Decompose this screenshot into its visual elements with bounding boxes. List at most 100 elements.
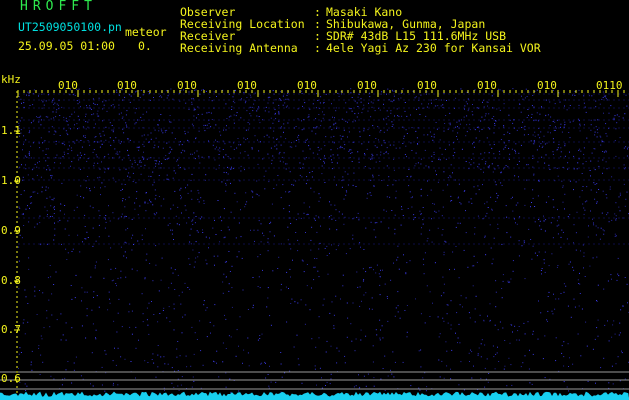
noise-dot	[62, 156, 64, 158]
noise-dot	[129, 94, 131, 96]
noise-dot	[55, 157, 57, 159]
noise-dot	[494, 124, 496, 126]
noise-dot	[126, 257, 127, 259]
noise-dot	[577, 333, 579, 335]
noise-dot	[455, 246, 457, 247]
noise-dot	[196, 117, 197, 119]
noise-dot	[584, 106, 586, 108]
noise-dot	[472, 114, 474, 116]
noise-dot	[189, 241, 191, 243]
noise-dot	[466, 103, 468, 105]
noise-dot	[164, 131, 166, 133]
noise-dot	[167, 178, 169, 180]
noise-dot	[440, 99, 442, 101]
noise-dot	[42, 101, 44, 103]
noise-dot	[169, 121, 171, 123]
noise-dot	[597, 335, 599, 337]
noise-dot	[475, 137, 477, 139]
noise-dot	[150, 138, 152, 140]
noise-dot	[104, 186, 106, 188]
noise-dot	[245, 192, 247, 194]
noise-dot	[115, 137, 117, 139]
noise-dot	[291, 298, 293, 300]
noise-dot	[245, 100, 247, 102]
noise-dot	[552, 237, 554, 239]
noise-dot	[146, 111, 148, 113]
noise-dot	[202, 89, 204, 91]
noise-dot	[450, 164, 452, 166]
noise-dot	[36, 166, 38, 168]
noise-dot	[281, 376, 283, 378]
noise-dot	[426, 386, 428, 388]
noise-dot	[235, 355, 237, 357]
noise-dot	[56, 109, 58, 111]
noise-dot	[53, 239, 55, 241]
noise-dot	[431, 160, 433, 162]
noise-dot	[389, 144, 391, 146]
noise-dot	[429, 316, 431, 317]
noise-dot	[309, 148, 311, 150]
noise-dot	[564, 193, 566, 195]
noise-dot	[531, 383, 533, 385]
noise-dot	[383, 103, 384, 105]
noise-dot	[590, 107, 592, 109]
noise-dot	[532, 353, 534, 355]
noise-dot	[53, 133, 55, 135]
noise-dot	[28, 132, 30, 134]
noise-dot	[508, 147, 510, 149]
noise-dot	[456, 312, 458, 314]
noise-dot	[422, 223, 424, 225]
noise-dot	[239, 180, 241, 182]
noise-dot	[381, 325, 383, 327]
noise-dot	[599, 103, 601, 105]
noise-dot	[289, 191, 291, 192]
noise-dot	[98, 97, 100, 99]
noise-dot	[184, 168, 186, 170]
noise-dot	[572, 363, 574, 365]
noise-dot	[20, 129, 22, 131]
noise-dot	[361, 143, 363, 145]
noise-dot	[64, 213, 65, 215]
noise-dot	[477, 354, 479, 356]
noise-dot	[117, 347, 119, 349]
noise-dot	[452, 172, 453, 174]
noise-dot	[18, 246, 20, 248]
noise-dot	[150, 201, 152, 202]
noise-dot	[459, 222, 461, 224]
noise-dot	[339, 135, 341, 137]
noise-dot	[114, 106, 116, 108]
noise-dot	[174, 269, 176, 271]
noise-dot	[505, 144, 507, 146]
noise-dot	[161, 130, 163, 132]
noise-dot	[443, 377, 445, 379]
noise-dot	[280, 136, 282, 138]
noise-dot	[53, 103, 55, 105]
noise-dot	[192, 98, 194, 100]
noise-dot	[249, 94, 251, 96]
noise-dot	[360, 329, 362, 331]
noise-dot	[385, 210, 387, 212]
noise-dot	[502, 274, 504, 276]
noise-dot	[373, 229, 375, 231]
noise-dot	[301, 176, 303, 178]
noise-dot	[497, 195, 499, 197]
noise-dot	[432, 203, 434, 204]
noise-dot	[542, 141, 543, 143]
noise-dot	[487, 381, 489, 383]
noise-dot	[336, 347, 338, 349]
noise-dot	[405, 272, 407, 274]
noise-dot	[135, 182, 137, 184]
noise-dot	[441, 215, 443, 217]
noise-dot	[240, 117, 242, 119]
noise-dot	[86, 315, 88, 317]
noise-dot	[447, 128, 449, 130]
noise-dot	[540, 312, 542, 314]
noise-dot	[349, 149, 351, 151]
noise-dot	[308, 145, 310, 147]
noise-dot	[95, 261, 97, 263]
noise-dot	[28, 153, 30, 155]
noise-dot	[548, 291, 550, 293]
noise-dot	[159, 313, 161, 314]
noise-dot	[37, 162, 38, 164]
noise-dot	[495, 120, 496, 122]
